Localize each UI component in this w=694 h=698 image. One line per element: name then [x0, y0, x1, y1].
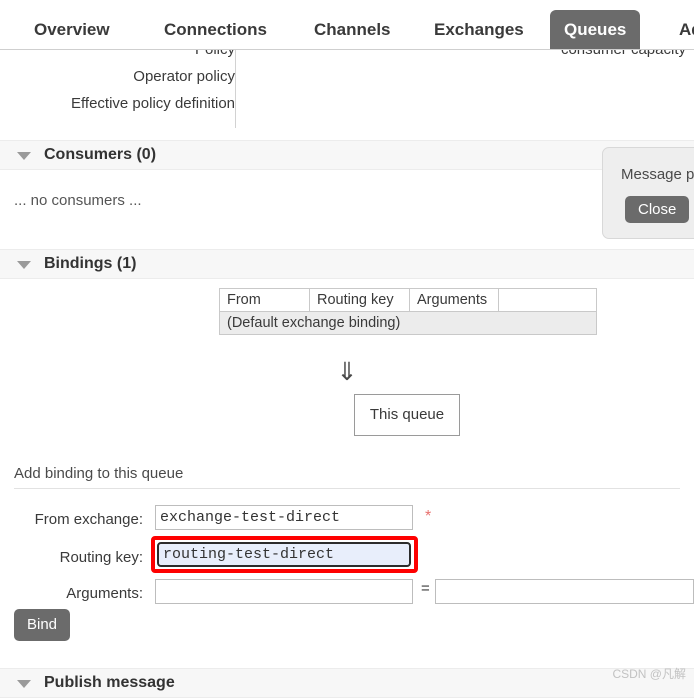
default-exchange-binding-cell: (Default exchange binding): [219, 311, 597, 335]
queue-details-policy-block: Policy Operator policy Effective policy …: [0, 49, 694, 128]
required-field-marker: *: [425, 508, 432, 525]
column-header-arguments: Arguments: [409, 288, 499, 312]
arguments-label: Arguments:: [66, 585, 143, 602]
publish-message-section-header[interactable]: Publish message: [0, 668, 694, 698]
details-column-divider: [235, 49, 236, 128]
popup-close-button[interactable]: Close: [625, 196, 690, 223]
table-header-row: From Routing key Arguments: [219, 288, 597, 312]
double-down-arrow-icon: ⇓: [336, 358, 358, 386]
bind-button[interactable]: Bind: [14, 609, 71, 641]
watermark: CSDN @凡解: [612, 667, 686, 681]
effective-policy-definition-label: Effective policy definition: [71, 95, 235, 112]
nav-tab-exchanges[interactable]: Exchanges: [420, 10, 538, 49]
nav-tab-admin[interactable]: Ad: [665, 10, 694, 49]
arguments-value-input[interactable]: [435, 579, 694, 604]
operator-policy-label: Operator policy: [133, 68, 235, 85]
consumers-section-header[interactable]: Consumers (0): [0, 140, 694, 170]
bindings-section-title: Bindings (1): [44, 255, 137, 272]
consumer-capacity-label: consumer capacity: [560, 49, 686, 58]
triangle-down-icon: [17, 680, 31, 688]
consumers-section-title: Consumers (0): [44, 146, 157, 163]
add-binding-form-title: Add binding to this queue: [14, 465, 184, 482]
bindings-table: From Routing key Arguments (Default exch…: [219, 288, 597, 335]
arguments-equals-sign: =: [421, 580, 430, 597]
this-queue-box: This queue: [354, 394, 460, 436]
table-row: (Default exchange binding): [219, 311, 597, 335]
publish-message-section-title: Publish message: [44, 674, 175, 691]
popup-message-text: Message p: [621, 166, 694, 183]
arguments-key-input[interactable]: [155, 579, 413, 604]
bindings-section-header[interactable]: Bindings (1): [0, 249, 694, 279]
column-header-actions: [498, 288, 597, 312]
routing-key-label: Routing key:: [59, 549, 143, 566]
routing-key-input[interactable]: [157, 542, 411, 567]
from-exchange-label: From exchange:: [34, 511, 143, 528]
column-header-from: From: [219, 288, 310, 312]
policy-label: Policy: [194, 49, 235, 58]
triangle-down-icon: [17, 152, 31, 160]
triangle-down-icon: [17, 261, 31, 269]
no-consumers-message: ... no consumers ...: [14, 192, 142, 209]
nav-tab-queues[interactable]: Queues: [550, 10, 641, 49]
column-header-routing-key: Routing key: [309, 288, 410, 312]
nav-tab-overview[interactable]: Overview: [20, 10, 124, 49]
message-published-popup: Message p Close: [602, 147, 694, 239]
from-exchange-input[interactable]: [155, 505, 413, 530]
form-divider: [14, 488, 680, 489]
main-navigation: Overview Connections Channels Exchanges …: [0, 0, 694, 50]
nav-tab-channels[interactable]: Channels: [300, 10, 405, 49]
nav-tab-connections[interactable]: Connections: [150, 10, 281, 49]
